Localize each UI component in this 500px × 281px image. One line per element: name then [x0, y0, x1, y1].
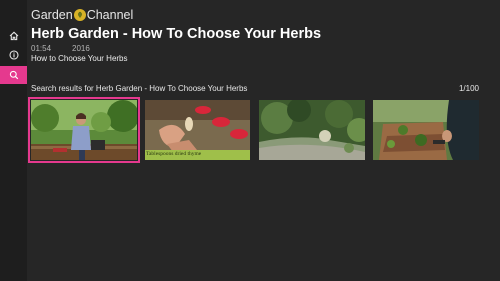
results-position: 1/100	[458, 84, 479, 93]
thumbnail-image	[31, 100, 137, 160]
result-thumbnail[interactable]	[28, 97, 140, 163]
sidebar-item-home[interactable]	[0, 27, 27, 45]
thumbnail-caption: Tablespoons dried thyme	[146, 151, 202, 157]
video-description: How to Choose Your Herbs	[31, 54, 128, 63]
search-icon	[9, 70, 18, 80]
result-thumbnail[interactable]	[373, 100, 479, 160]
result-thumbnail[interactable]: Tablespoons dried thyme	[145, 100, 250, 160]
leaf-logo-icon	[73, 9, 86, 21]
brand-name-right: Channel	[86, 8, 134, 22]
sidebar-rail	[0, 0, 27, 281]
video-title: Herb Garden - How To Choose Your Herbs	[31, 26, 322, 42]
result-thumbnail[interactable]	[259, 100, 365, 160]
sidebar-item-search[interactable]	[0, 66, 27, 84]
home-icon	[9, 31, 18, 41]
brand-logo: Garden Channel	[31, 7, 133, 23]
search-results-label: Search results for Herb Garden - How To …	[31, 84, 248, 93]
thumbnail-image	[373, 100, 479, 160]
sidebar-item-info[interactable]	[0, 46, 27, 64]
video-duration: 01:54	[31, 44, 52, 53]
brand-name-left: Garden	[31, 8, 73, 22]
info-icon	[8, 50, 19, 60]
video-year: 2016	[72, 44, 90, 53]
thumbnail-image	[259, 100, 365, 160]
